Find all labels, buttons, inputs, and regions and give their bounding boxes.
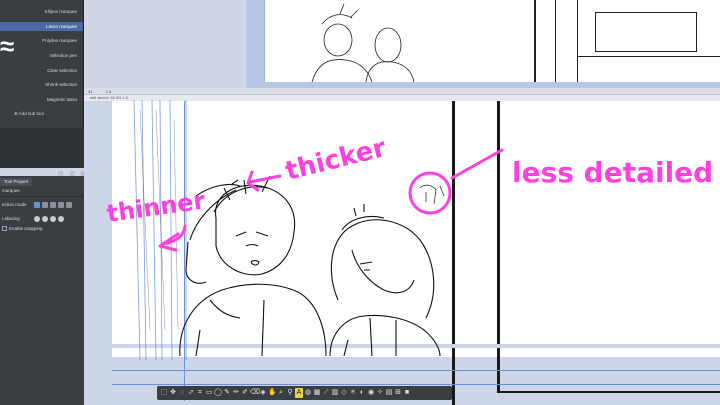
- guide-line: [184, 101, 185, 401]
- mode-add-button[interactable]: [42, 202, 48, 208]
- panel-frame: [418, 0, 536, 82]
- enable-snapping-label: Enable snapping: [9, 226, 43, 231]
- transform-icon[interactable]: ⬀: [187, 388, 195, 398]
- guide-line: [112, 384, 720, 385]
- mode-new-button[interactable]: [34, 202, 40, 208]
- eyedrop-icon[interactable]: ⚲: [286, 388, 294, 398]
- color-icon[interactable]: ■: [403, 388, 411, 398]
- gradient-icon[interactable]: ▥: [331, 388, 339, 398]
- canvas-paper[interactable]: [112, 101, 720, 405]
- subtool-item-selected[interactable]: Lasso marquee: [0, 22, 83, 31]
- ellipse-icon[interactable]: ◯: [214, 388, 222, 398]
- secondary-canvas-view[interactable]: [246, 0, 720, 88]
- main-canvas-window[interactable]: 41 1.5 stdi sketch 18.3% 1.5: [84, 88, 720, 405]
- mode-subtract-button[interactable]: [50, 202, 56, 208]
- selection-mode-label: ection mode: [2, 202, 27, 207]
- blend-icon[interactable]: ⍟: [349, 388, 357, 398]
- figure-icon[interactable]: ◇: [340, 388, 348, 398]
- aa-none-option[interactable]: [34, 216, 40, 222]
- selection-pen-icon: ≈: [0, 31, 15, 61]
- layer-icon[interactable]: ▤: [385, 388, 393, 398]
- subtool-item[interactable]: Clear selection: [47, 68, 77, 73]
- guide-line: [112, 370, 720, 371]
- panel-border: [452, 101, 455, 405]
- pencil-icon[interactable]: ✏: [232, 388, 240, 398]
- subtool-item[interactable]: Ellipse marquee: [45, 9, 77, 14]
- sub-tool-panel: Ellipse marquee Lasso marquee Polyline m…: [0, 0, 84, 128]
- rect-icon[interactable]: ▭: [205, 388, 213, 398]
- lasso-icon[interactable]: ◌: [178, 388, 186, 398]
- canvas-titlebar: 41 1.5: [84, 88, 720, 95]
- panel-gap: [0, 128, 84, 168]
- secondary-canvas-sheet: [264, 0, 720, 82]
- tool-property-panel: Tool Propert marquee ection mode i-alias…: [0, 176, 84, 405]
- mode-select-button[interactable]: [66, 202, 72, 208]
- tool-property-tab[interactable]: Tool Propert: [0, 178, 33, 186]
- airbrush-icon[interactable]: ◉: [367, 388, 375, 398]
- decoration-icon[interactable]: ✧: [376, 388, 384, 398]
- subtool-item[interactable]: Magnetic lasso: [47, 97, 77, 102]
- divider: [0, 196, 84, 197]
- mode-intersect-button[interactable]: [58, 202, 64, 208]
- anti-aliasing-label: i-aliasing: [2, 216, 20, 221]
- aa-strong-option[interactable]: [58, 216, 64, 222]
- panel-gutter: [84, 344, 720, 348]
- subtool-item[interactable]: Selection pen: [50, 53, 77, 58]
- crop-icon[interactable]: ⌗: [196, 388, 204, 398]
- aa-medium-option[interactable]: [50, 216, 56, 222]
- balloon-icon[interactable]: ◍: [304, 388, 312, 398]
- panel-border: [555, 0, 556, 82]
- frame-icon[interactable]: ▦: [313, 388, 321, 398]
- fill-icon[interactable]: ◈: [259, 388, 267, 398]
- panel-frame: [595, 12, 697, 52]
- select-icon[interactable]: ⬚: [160, 388, 168, 398]
- panel-border: [577, 56, 720, 57]
- ruler-icon[interactable]: ⟋: [322, 388, 330, 398]
- zoom-icon[interactable]: ⌕: [277, 388, 285, 398]
- add-sub-tool-label: Add sub tool: [18, 111, 44, 116]
- panel-border: [577, 0, 578, 82]
- correct-icon[interactable]: ◐: [358, 388, 366, 398]
- pen-icon[interactable]: ✎: [223, 388, 231, 398]
- subtool-item[interactable]: Shrink selection: [45, 82, 77, 87]
- mesh-icon[interactable]: ⊞: [394, 388, 402, 398]
- panel-frame: [497, 101, 720, 393]
- text-icon[interactable]: A: [295, 388, 303, 398]
- enable-snapping-checkbox[interactable]: [2, 226, 7, 231]
- aa-weak-option[interactable]: [42, 216, 48, 222]
- brush-icon[interactable]: ✐: [241, 388, 249, 398]
- grab-icon[interactable]: ✋: [268, 388, 277, 398]
- tool-property-tool-name: marquee: [2, 188, 20, 193]
- bottom-toolbar: ⬚ ✥ ◌ ⬀ ⌗ ▭ ◯ ✎ ✏ ✐ ⌫ ◈ ✋ ⌕ ⚲ A ◍ ▦ ⟋ ▥ ◇ ⍟ ◐ ◉ ✧ ▤ ⊞ ■: [157, 386, 452, 400]
- add-sub-tool-button[interactable]: ⊕ Add sub tool: [14, 111, 44, 117]
- eraser-icon[interactable]: ⌫: [250, 388, 260, 398]
- subtool-item[interactable]: Polyline marquee: [42, 38, 77, 43]
- move-icon[interactable]: ✥: [169, 388, 177, 398]
